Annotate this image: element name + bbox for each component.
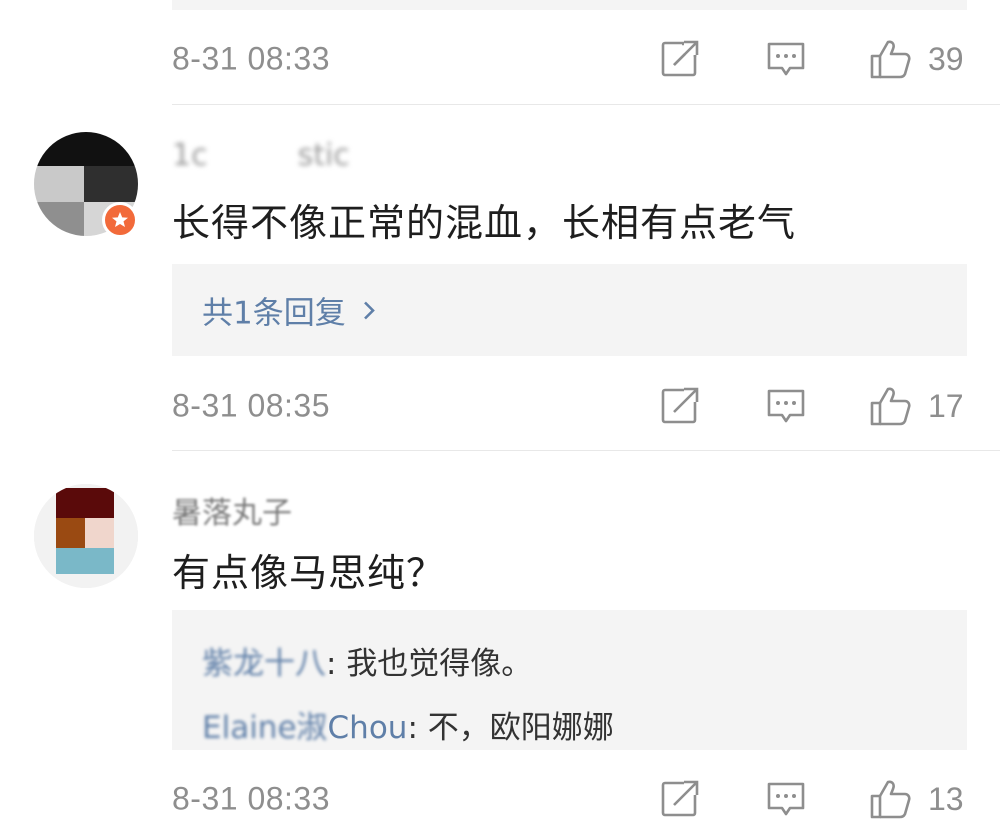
share-button[interactable] bbox=[660, 386, 700, 426]
share-icon bbox=[661, 386, 700, 424]
reply-summary-box[interactable]: 共1条回复 bbox=[172, 264, 967, 356]
chevron-right-icon bbox=[363, 301, 375, 319]
reply-text: 不，欧阳娜娜 bbox=[427, 710, 614, 746]
reply-summary-label: 共1条回复 bbox=[202, 295, 346, 332]
verified-badge bbox=[102, 202, 138, 238]
comment-meta-row: 8-31 08:33 13 bbox=[172, 774, 967, 824]
divider bbox=[172, 104, 1000, 105]
comment-username[interactable]: 暑落丸子 bbox=[172, 488, 292, 531]
like-icon bbox=[870, 387, 911, 426]
comment-timestamp: 8-31 08:33 bbox=[172, 780, 331, 817]
like-count: 17 bbox=[928, 387, 964, 424]
like-button[interactable]: 39 bbox=[868, 37, 964, 81]
like-count: 13 bbox=[928, 780, 964, 817]
reply-item[interactable]: 紫龙十八: 我也觉得像。 bbox=[202, 638, 532, 683]
reply-separator: : bbox=[407, 710, 428, 746]
like-button[interactable]: 13 bbox=[868, 777, 964, 821]
comment-text: 长得不像正常的混血，长相有点老气 bbox=[172, 201, 797, 245]
share-button[interactable] bbox=[660, 779, 700, 819]
reply-comment-button[interactable] bbox=[766, 386, 806, 426]
comment-icon bbox=[767, 42, 805, 76]
comment-timestamp: 8-31 08:33 bbox=[172, 40, 331, 77]
verified-badge-icon bbox=[112, 212, 128, 227]
comment-timestamp: 8-31 08:35 bbox=[172, 387, 331, 424]
reply-item[interactable]: Elaine淑Chou: 不，欧阳娜娜 bbox=[202, 702, 614, 747]
like-icon bbox=[870, 40, 911, 79]
share-icon bbox=[661, 39, 700, 77]
reply-author[interactable]: 紫龙十八 bbox=[202, 646, 326, 682]
replies-preview-box[interactable]: 紫龙十八: 我也觉得像。 Elaine淑Chou: 不，欧阳娜娜 bbox=[172, 610, 967, 750]
reply-comment-button[interactable] bbox=[766, 779, 806, 819]
reply-comment-button[interactable] bbox=[766, 39, 806, 79]
previous-reply-box[interactable] bbox=[172, 0, 967, 10]
share-button[interactable] bbox=[660, 39, 700, 79]
divider bbox=[172, 450, 1000, 451]
reply-author-tail[interactable]: Chou bbox=[328, 710, 408, 746]
like-count: 39 bbox=[928, 40, 964, 77]
comment-username[interactable]: 1c stic bbox=[172, 138, 350, 178]
comment-text: 有点像马思纯？ bbox=[172, 551, 446, 595]
like-button[interactable]: 17 bbox=[868, 384, 964, 428]
like-icon bbox=[870, 780, 911, 819]
comment-icon bbox=[767, 782, 805, 816]
reply-text: 我也觉得像。 bbox=[346, 646, 533, 682]
username-text: 暑落丸子 bbox=[172, 496, 292, 531]
view-replies-link[interactable]: 共1条回复 bbox=[202, 288, 382, 333]
comment-icon bbox=[767, 389, 805, 423]
reply-separator: : bbox=[326, 646, 347, 682]
username-text: 1c stic bbox=[172, 138, 350, 173]
comment-meta-row: 8-31 08:35 17 bbox=[172, 381, 967, 431]
avatar[interactable] bbox=[34, 484, 138, 588]
comment-meta-row: 8-31 08:33 39 bbox=[172, 34, 967, 84]
reply-author[interactable]: Elaine淑 bbox=[202, 710, 328, 746]
share-icon bbox=[661, 779, 700, 817]
